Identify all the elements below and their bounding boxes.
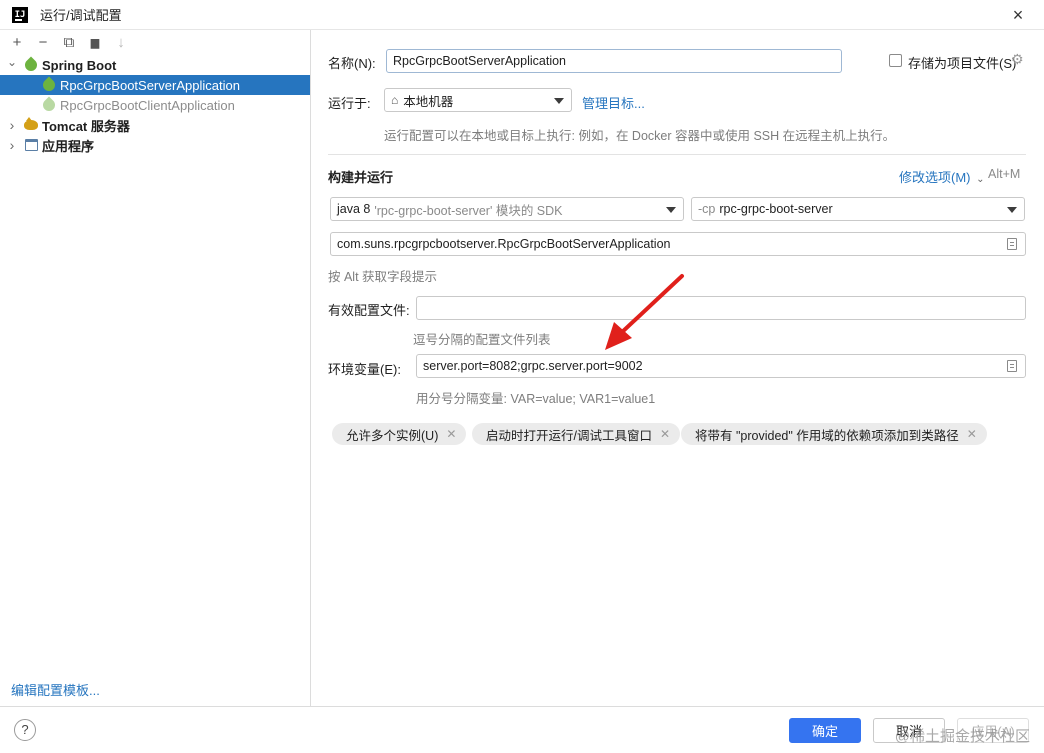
divider [328,154,1026,155]
name-input-value: RpcGrpcBootServerApplication [393,54,566,68]
cp-module: rpc-grpc-boot-server [719,202,833,216]
run-on-value: 本地机器 [403,94,454,109]
active-profiles-label: 有效配置文件: [328,303,410,318]
tree-item-label: RpcGrpcBootClientApplication [60,97,235,113]
close-icon[interactable]: ✕ [660,427,670,441]
close-icon[interactable]: ✕ [446,427,456,441]
window-title: 运行/调试配置 [40,8,122,23]
edit-templates-link[interactable]: 编辑配置模板... [11,680,100,699]
cp-flag: -cp [698,202,716,216]
tree-item-application[interactable]: › 应用程序 [0,135,310,155]
close-icon[interactable]: ✕ [967,427,977,441]
ok-button[interactable]: 确定 [789,718,861,743]
classpath-select[interactable]: -cp rpc-grpc-boot-server [691,197,1025,221]
gear-icon[interactable]: ⚙ [1011,51,1024,68]
chevron-right-icon[interactable]: › [6,137,18,153]
chevron-down-icon: ⌄ [976,174,985,185]
manage-targets-link[interactable]: 管理目标... [582,93,645,112]
folder-icon[interactable]: ▆ [84,31,106,53]
run-on-label: 运行于: [328,96,371,111]
option-chip-allow-multiple[interactable]: 允许多个实例(U) ✕ [332,423,467,445]
spring-boot-app-icon [40,76,58,94]
tomcat-icon [24,117,38,132]
chevron-down-icon[interactable]: ⌄ [6,55,18,69]
chevron-down-icon [554,98,564,104]
name-input[interactable]: RpcGrpcBootServerApplication [386,49,842,73]
build-and-run-heading: 构建并运行 [328,170,394,185]
chip-label: 启动时打开运行/调试工具窗口 [486,428,652,443]
tree-item-client-app[interactable]: RpcGrpcBootClientApplication [0,95,310,115]
spring-boot-app-icon [40,96,58,114]
chip-label: 允许多个实例(U) [346,428,439,443]
jdk-description: 'rpc-grpc-boot-server' 模块的 SDK [374,203,563,218]
remove-icon[interactable]: − [32,31,54,53]
application-icon [24,138,38,152]
chevron-down-icon [666,207,676,213]
name-label: 名称(N): [328,56,376,71]
modify-options-link[interactable]: 修改选项(M) ⌄ [899,167,985,186]
tree-item-label: Tomcat 服务器 [42,118,130,134]
chevron-down-icon [1007,207,1017,213]
intellij-logo-icon: IJ [12,6,28,23]
add-icon[interactable]: + [6,31,28,53]
browse-icon[interactable] [1007,360,1017,372]
active-profiles-hint: 逗号分隔的配置文件列表 [413,333,551,347]
watermark: @稀土掘金技术社区 [894,728,1030,745]
spring-boot-icon [22,56,40,74]
env-vars-hint: 用分号分隔变量: VAR=value; VAR1=value1 [416,392,656,406]
tree-item-server-app[interactable]: RpcGrpcBootServerApplication [0,75,310,95]
chip-label: 将带有 "provided" 作用域的依赖项添加到类路径 [695,428,959,443]
tree-item-label: RpcGrpcBootServerApplication [60,77,240,93]
env-vars-value: server.port=8082;grpc.server.port=9002 [423,359,643,373]
option-chip-open-tool-window[interactable]: 启动时打开运行/调试工具窗口 ✕ [472,423,681,445]
close-icon[interactable]: × [1008,5,1028,25]
sort-icon[interactable]: ↓ [110,31,132,53]
dialog-footer: ? 确定 取消 应用(A) @稀土掘金技术社区 [0,706,1044,753]
tree-item-tomcat[interactable]: › Tomcat 服务器 [0,115,310,135]
main-class-value: com.suns.rpcgrpcbootserver.RpcGrpcBootSe… [337,237,671,251]
env-vars-input[interactable]: server.port=8082;grpc.server.port=9002 [416,354,1026,378]
option-chip-provided-scope[interactable]: 将带有 "provided" 作用域的依赖项添加到类路径 ✕ [681,423,987,445]
store-project-file-checkbox[interactable] [889,54,902,67]
store-project-file-label: 存储为项目文件(S) [908,56,1017,71]
tree-item-label: Spring Boot [42,57,117,73]
home-icon: ⌂ [391,93,399,107]
run-on-select[interactable]: ⌂ 本地机器 [384,88,572,112]
config-form: 名称(N): RpcGrpcBootServerApplication 存储为项… [312,30,1044,706]
jdk-select[interactable]: java 8 'rpc-grpc-boot-server' 模块的 SDK [330,197,684,221]
chevron-right-icon[interactable]: › [6,117,18,133]
config-tree: ⌄ Spring Boot RpcGrpcBootServerApplicati… [0,55,310,155]
env-vars-label: 环境变量(E): [328,362,401,377]
help-icon[interactable]: ? [14,719,36,741]
tree-toolbar: + − ⧉ ▆ ↓ [0,30,310,54]
run-on-hint: 运行配置可以在本地或目标上执行: 例如，在 Docker 容器中或使用 SSH … [384,129,896,143]
jdk-value: java 8 [337,202,371,216]
config-tree-panel: + − ⧉ ▆ ↓ ⌄ Spring Boot RpcGrpcBootServe… [0,30,311,706]
modify-options-shortcut: Alt+M [988,167,1021,181]
tree-item-spring-boot[interactable]: ⌄ Spring Boot [0,55,310,75]
modify-options-label: 修改选项(M) [899,170,971,185]
alt-hint: 按 Alt 获取字段提示 [328,270,438,284]
main-class-input[interactable]: com.suns.rpcgrpcbootserver.RpcGrpcBootSe… [330,232,1026,256]
title-bar: IJ 运行/调试配置 × [0,0,1044,30]
browse-icon[interactable] [1007,238,1017,250]
active-profiles-input[interactable] [416,296,1026,320]
copy-icon[interactable]: ⧉ [58,31,80,53]
tree-item-label: 应用程序 [42,138,95,154]
